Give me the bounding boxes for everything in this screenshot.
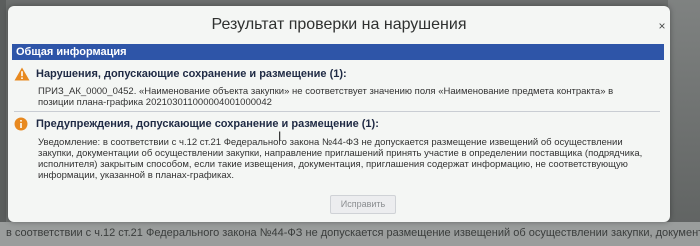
warnings-group-header[interactable]: Предупреждения, допускающие сохранение и… [14, 116, 660, 132]
group-divider [14, 111, 660, 112]
violations-check-dialog: Результат проверки на нарушения × Общая … [8, 6, 670, 222]
errors-group-header[interactable]: Нарушения, допускающие сохранение и разм… [14, 66, 660, 82]
warning-triangle-icon [14, 67, 30, 81]
background-edge [0, 0, 6, 246]
error-message: ПРИЗ_АК_0000_0452. «Наименование объекта… [38, 86, 614, 108]
section-header-general-info[interactable]: Общая информация [12, 44, 664, 60]
errors-group-label: Нарушения, допускающие сохранение и разм… [36, 68, 347, 80]
close-icon[interactable]: × [656, 20, 668, 32]
warning-message: Уведомление: в соответствии с ч.12 ст.21… [38, 137, 643, 181]
info-circle-icon [14, 117, 28, 131]
background-page-text: в соответствии с ч.12 ст.21 Федерального… [6, 227, 700, 239]
background-page-right [668, 0, 700, 246]
text-cursor-icon: I [278, 129, 282, 143]
fix-button[interactable]: Исправить [330, 195, 396, 214]
dialog-title: Результат проверки на нарушения [211, 16, 467, 33]
warnings-group-label: Предупреждения, допускающие сохранение и… [36, 118, 379, 130]
background-page-bottom: в соответствии с ч.12 ст.21 Федерального… [0, 222, 700, 246]
